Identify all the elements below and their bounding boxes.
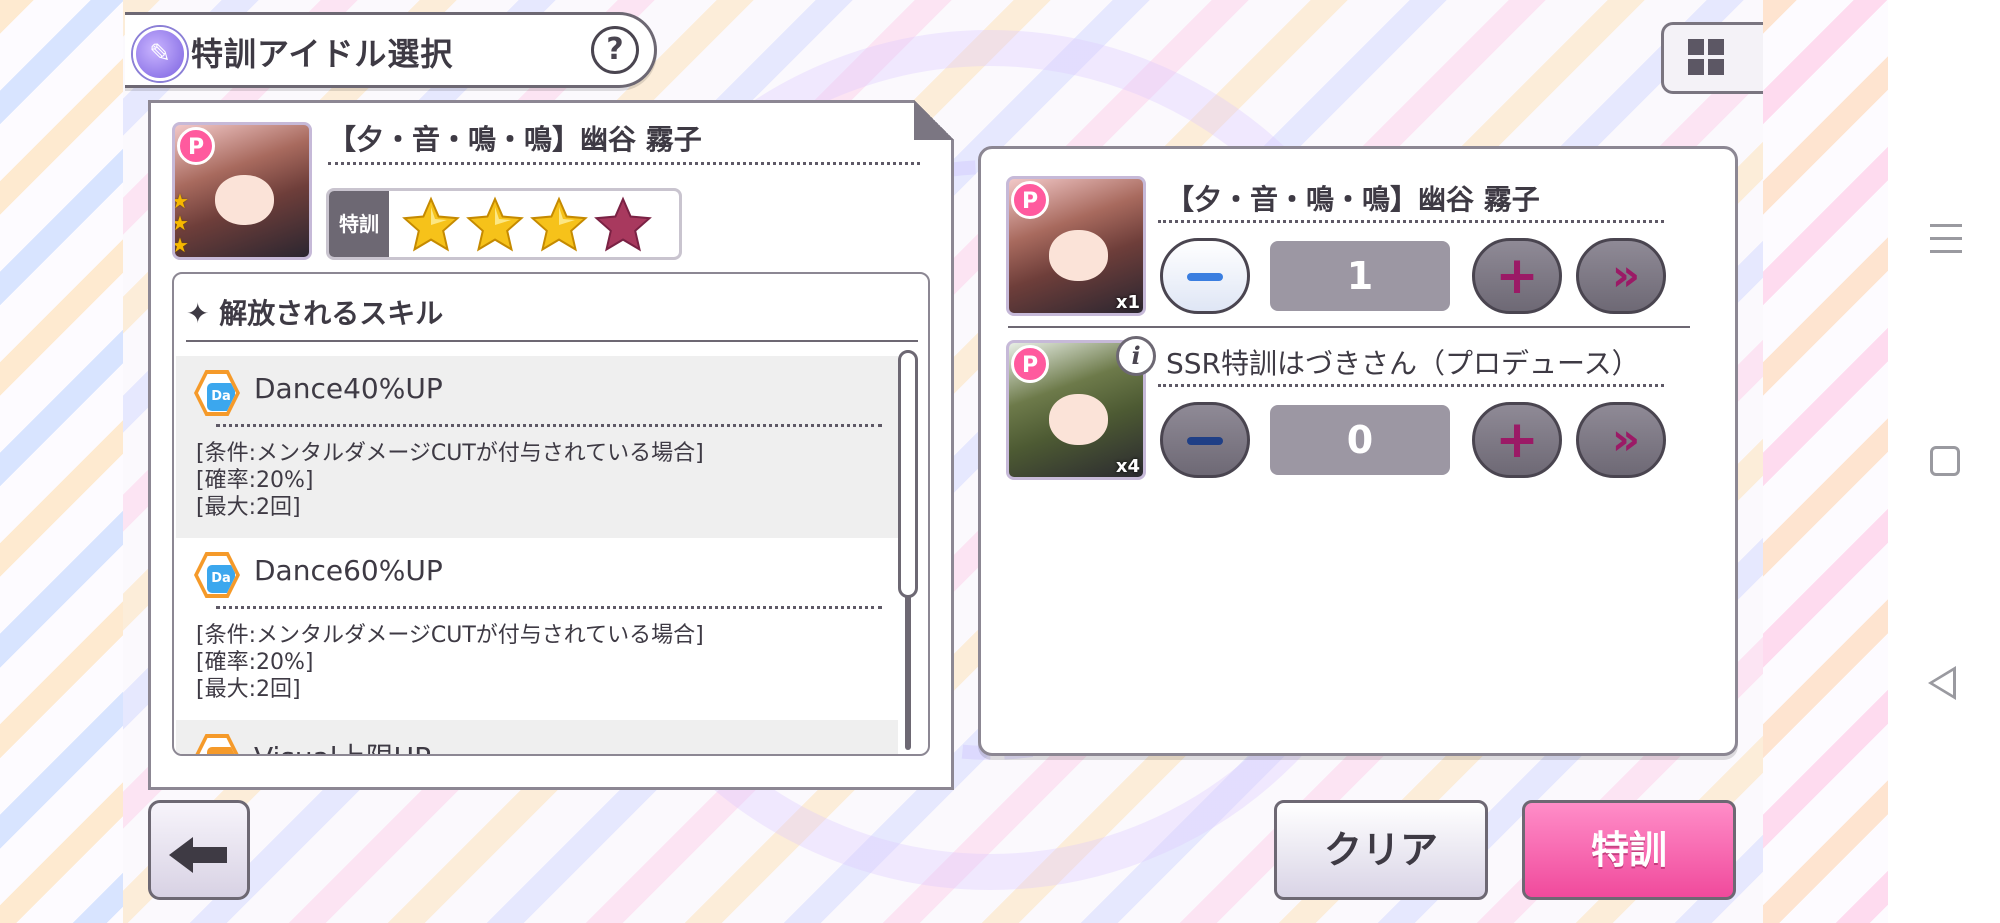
recent-apps-button[interactable] [1930,224,1962,263]
produce-badge: P [1011,181,1049,219]
skill-divider [216,606,882,609]
panel-fold-corner [914,100,954,140]
dance-up-icon: Da [194,370,240,416]
page-title: 特訓アイドル選択 [191,35,454,73]
system-back-icon [1933,671,1953,695]
card-art [1049,229,1109,281]
back-arrow-icon [191,847,227,863]
grid-view-icon [1708,59,1724,75]
material-name-underline [1158,220,1664,223]
grid-view-icon [1688,39,1704,55]
grid-view-icon [1708,39,1724,55]
skills-heading-rule [186,340,918,342]
skill-item: Vi Visual上限UP [176,720,898,754]
training-level: 特訓 [326,188,682,260]
skill-name: Dance60%UP [254,554,443,587]
star-icon [401,195,461,255]
max-icon: » [1611,250,1640,301]
background-left [0,0,123,923]
back-button[interactable] [148,800,250,900]
star-icon [529,195,589,255]
decrease-button[interactable] [1160,238,1250,314]
increase-button[interactable]: + [1472,402,1562,478]
plus-icon: + [1495,246,1539,306]
material-name: 【夕・音・鳴・鳴】幽谷 霧子 [1166,183,1540,216]
scrollbar-thumb[interactable] [898,350,918,598]
star-icon: ★ [172,211,189,235]
card-art [215,175,275,226]
title-bar: ✎ 特訓アイドル選択 ? [125,12,657,88]
decrease-button[interactable] [1160,402,1250,478]
material-card-portrait[interactable]: P x1 [1006,176,1146,316]
train-button[interactable]: 特訓 [1522,800,1736,900]
back-arrow-icon [169,837,193,873]
skill-name: Dance40%UP [254,372,443,405]
skills-scrollbar[interactable] [898,350,918,750]
minus-icon [1187,437,1223,445]
star-icon: ★ [172,233,189,257]
skill-divider [216,424,882,427]
background-right [1763,0,1888,923]
dance-up-icon: Da [194,552,240,598]
help-button[interactable]: ? [591,26,639,74]
produce-badge: P [177,127,215,165]
plus-icon: + [1495,410,1539,470]
grid-view-icon [1688,59,1704,75]
grid-view-button[interactable] [1661,22,1763,94]
selected-card-portrait[interactable]: P ★ ★ ★ [172,122,312,260]
material-name: SSR特訓はづきさん（プロデュース） [1166,347,1640,380]
title-orb-icon: ✎ [133,27,187,81]
max-button[interactable]: » [1576,238,1666,314]
max-button[interactable]: » [1576,402,1666,478]
quantity-field: 0 [1270,405,1450,475]
skill-condition: [条件:メンタルダメージCUTが付与されている場合] [196,441,704,466]
skills-panel: ✦ 解放されるスキル Da Dance40%UP [条件:メンタルダメージCUT… [172,272,930,756]
owned-count: x1 [1115,292,1140,313]
selected-card-name: 【夕・音・鳴・鳴】幽谷 霧子 [328,123,702,156]
star-icon: ★ [172,189,189,213]
material-name-underline [1158,384,1664,387]
clear-button[interactable]: クリア [1274,800,1488,900]
max-icon: » [1611,414,1640,465]
skills-heading: ✦ 解放されるスキル [186,297,444,330]
skill-max: [最大:2回] [196,677,301,702]
skill-probability: [確率:20%] [196,650,314,675]
minus-icon [1187,273,1223,281]
skill-name: Visual上限UP [254,736,431,754]
skill-max: [最大:2回] [196,495,301,520]
row-divider [1008,326,1690,328]
increase-button[interactable]: + [1472,238,1562,314]
owned-count: x4 [1115,456,1140,477]
card-art [1049,393,1109,445]
name-underline [328,162,920,165]
quantity-field: 1 [1270,241,1450,311]
skill-condition: [条件:メンタルダメージCUTが付与されている場合] [196,623,704,648]
star-icon [465,195,525,255]
training-label: 特訓 [329,191,389,257]
skill-item: Da Dance60%UP [条件:メンタルダメージCUTが付与されている場合]… [176,538,898,720]
info-icon[interactable]: i [1116,336,1156,376]
empty-star-icon [593,195,653,255]
produce-badge: P [1011,345,1049,383]
skill-probability: [確率:20%] [196,468,314,493]
visual-up-icon: Vi [194,734,240,754]
home-button[interactable] [1930,446,1960,476]
rarity-stars: ★ ★ ★ [172,189,189,257]
skill-item: Da Dance40%UP [条件:メンタルダメージCUTが付与されている場合]… [176,356,898,538]
